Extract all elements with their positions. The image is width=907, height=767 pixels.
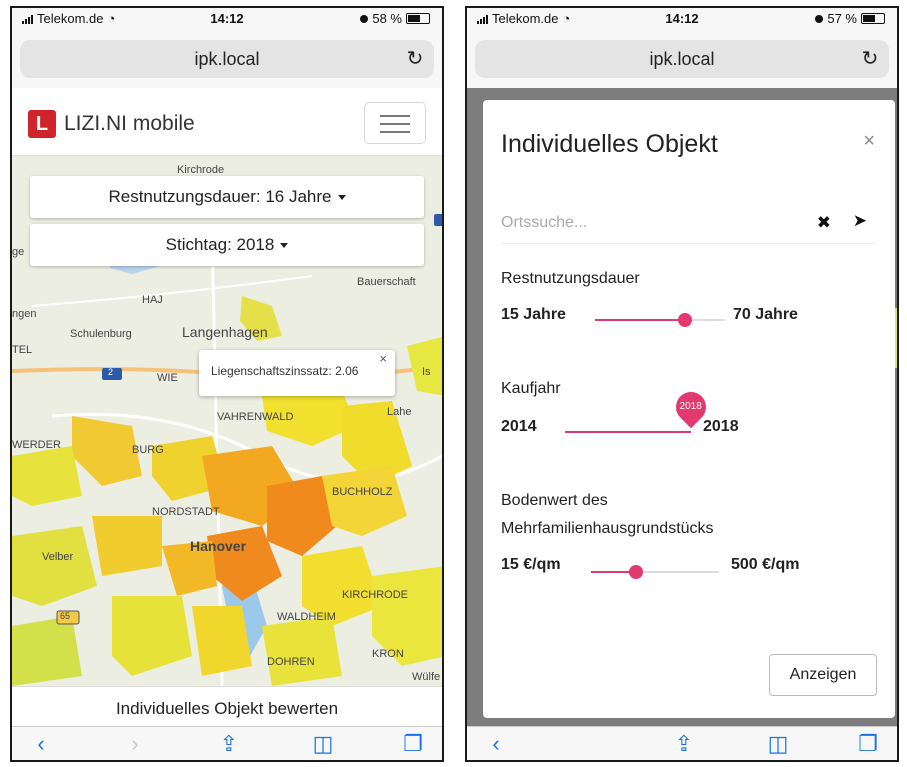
map-label-wie: WIE bbox=[157, 372, 178, 384]
map-label-ge: ge bbox=[12, 246, 25, 258]
status-bar: Telekom.de ◔ 14:12 57 % bbox=[467, 8, 897, 30]
right-phone-screen: Telekom.de ◔ 14:12 57 % ipk.local ↻ Indi… bbox=[465, 6, 899, 762]
close-icon[interactable]: × bbox=[863, 130, 875, 153]
map-label-wulfe: Wülfe bbox=[412, 671, 441, 683]
bodenwert-label-line2: Mehrfamilienhausgrundstücks bbox=[501, 520, 714, 537]
bookmarks-icon[interactable]: ◫ bbox=[763, 731, 793, 757]
reload-icon[interactable]: ↻ bbox=[404, 40, 426, 78]
date-selector-label: Stichtag: 2018 bbox=[165, 235, 275, 254]
restnutzung-slider[interactable] bbox=[595, 310, 725, 330]
popup-text: Liegenschaftszinssatz: 2.06 bbox=[211, 364, 359, 378]
battery-fill bbox=[408, 15, 420, 22]
hamburger-line-icon bbox=[380, 131, 410, 133]
hamburger-line-icon bbox=[380, 115, 410, 117]
map-label-waldheim: WALDHEIM bbox=[277, 611, 336, 623]
kaufjahr-min: 2014 bbox=[501, 418, 537, 435]
alarm-icon bbox=[360, 14, 369, 23]
date-selector[interactable]: Stichtag: 2018 bbox=[30, 224, 424, 266]
route-2-shield: 2 bbox=[108, 367, 114, 377]
map-label-langenhagen: Langenhagen bbox=[182, 324, 268, 340]
status-bar: Telekom.de ◔ 14:12 58 % bbox=[12, 8, 442, 30]
app-navbar: L LIZI.NI mobile bbox=[12, 88, 442, 156]
map-info-popup: Liegenschaftszinssatz: 2.06 × bbox=[199, 350, 395, 396]
kaufjahr-label: Kaufjahr bbox=[501, 380, 561, 397]
bodenwert-label-line1: Bodenwert des bbox=[501, 492, 608, 509]
map-label-bauerschaft: Bauerschaft bbox=[357, 276, 416, 288]
caret-down-icon bbox=[337, 195, 346, 201]
bookmarks-icon[interactable]: ◫ bbox=[308, 731, 338, 757]
duration-selector[interactable]: Restnutzungsdauer: 16 Jahre bbox=[30, 176, 424, 218]
search-input[interactable] bbox=[501, 204, 761, 242]
menu-toggle-button[interactable] bbox=[364, 102, 426, 144]
back-icon[interactable]: ‹ bbox=[481, 731, 511, 757]
map-label-werder: WERDER bbox=[12, 439, 61, 451]
slider-fill bbox=[565, 431, 691, 433]
back-icon[interactable]: ‹ bbox=[26, 731, 56, 757]
alarm-icon bbox=[815, 14, 824, 23]
map-label-kron: KRON bbox=[372, 648, 404, 660]
slider-thumb[interactable] bbox=[677, 313, 692, 327]
bodenwert-slider[interactable] bbox=[591, 562, 719, 582]
map-label-vahrenwald: VAHRENWALD bbox=[217, 411, 294, 423]
clear-search-icon[interactable]: ✖ bbox=[817, 213, 831, 233]
map-label-ngen: ngen bbox=[12, 308, 37, 320]
hamburger-line-icon bbox=[380, 123, 410, 125]
share-icon[interactable]: ⇪ bbox=[214, 731, 244, 757]
map-label-haj: HAJ bbox=[142, 294, 163, 306]
map-label-buchholz: BUCHHOLZ bbox=[332, 486, 393, 498]
battery-fill bbox=[863, 15, 875, 22]
tabs-icon[interactable]: ❐ bbox=[398, 731, 428, 757]
forward-icon[interactable]: › bbox=[120, 731, 150, 757]
brand-logo[interactable]: L bbox=[28, 110, 56, 138]
battery-percent: 58 % bbox=[372, 11, 402, 26]
reload-icon[interactable]: ↻ bbox=[859, 40, 881, 78]
show-button[interactable]: Anzeigen bbox=[769, 654, 877, 696]
caret-down-icon bbox=[280, 243, 289, 249]
map-label-tel: TEL bbox=[12, 344, 33, 356]
battery-icon bbox=[406, 13, 430, 24]
battery-icon bbox=[861, 13, 885, 24]
duration-selector-label: Restnutzungsdauer: 16 Jahre bbox=[108, 187, 332, 206]
kaufjahr-max: 2018 bbox=[703, 418, 739, 435]
url-bar[interactable]: ipk.local bbox=[20, 40, 434, 78]
map-label-kirchrode-top: Kirchrode bbox=[177, 164, 225, 176]
browser-header: ipk.local ↻ bbox=[467, 30, 897, 88]
popup-close-icon[interactable]: × bbox=[379, 351, 387, 366]
pin-value: 2018 bbox=[679, 401, 702, 413]
modal-title: Individuelles Objekt bbox=[501, 130, 718, 158]
restnutzung-min: 15 Jahre bbox=[501, 306, 566, 323]
kaufjahr-slider[interactable] bbox=[565, 422, 691, 442]
browser-toolbar: ‹ › ⇪ ◫ ❐ bbox=[12, 726, 442, 760]
share-icon[interactable]: ⇪ bbox=[669, 731, 699, 757]
map-label-dohren: DOHREN bbox=[267, 656, 315, 668]
locate-arrow-icon[interactable]: ➤ bbox=[853, 211, 867, 231]
map-label-nordstadt: NORDSTADT bbox=[152, 506, 220, 518]
map-label-velber: Velber bbox=[42, 551, 74, 563]
browser-header: ipk.local ↻ bbox=[12, 30, 442, 88]
map-label-kirchrode: KIRCHRODE bbox=[342, 589, 409, 601]
bodenwert-min: 15 €/qm bbox=[501, 556, 561, 573]
left-phone-screen: Telekom.de ◔ 14:12 58 % ipk.local ↻ L LI… bbox=[10, 6, 444, 762]
slider-thumb[interactable] bbox=[628, 565, 643, 579]
map-label-is: Is bbox=[422, 366, 431, 378]
map-label-lahe: Lahe bbox=[387, 406, 412, 418]
slider-fill bbox=[595, 319, 685, 321]
route-65-shield: 65 bbox=[60, 611, 71, 621]
map-label-hanover: Hanover bbox=[190, 538, 247, 554]
location-search: ✖ ➤ bbox=[501, 204, 877, 244]
restnutzung-label: Restnutzungsdauer bbox=[501, 270, 640, 287]
browser-toolbar: ‹ ⇪ ◫ ❐ bbox=[467, 726, 897, 760]
url-bar[interactable]: ipk.local bbox=[475, 40, 889, 78]
map-label-burg: BURG bbox=[132, 444, 164, 456]
restnutzung-max: 70 Jahre bbox=[733, 306, 798, 323]
brand-name[interactable]: LIZI.NI mobile bbox=[64, 112, 195, 136]
bodenwert-max: 500 €/qm bbox=[731, 556, 800, 573]
map-label-schulenburg: Schulenburg bbox=[70, 328, 132, 340]
tabs-icon[interactable]: ❐ bbox=[853, 731, 883, 757]
individual-object-modal: Individuelles Objekt × ✖ ➤ Restnutzungsd… bbox=[483, 100, 895, 718]
battery-percent: 57 % bbox=[827, 11, 857, 26]
evaluate-object-button[interactable]: Individuelles Objekt bewerten bbox=[12, 686, 442, 730]
